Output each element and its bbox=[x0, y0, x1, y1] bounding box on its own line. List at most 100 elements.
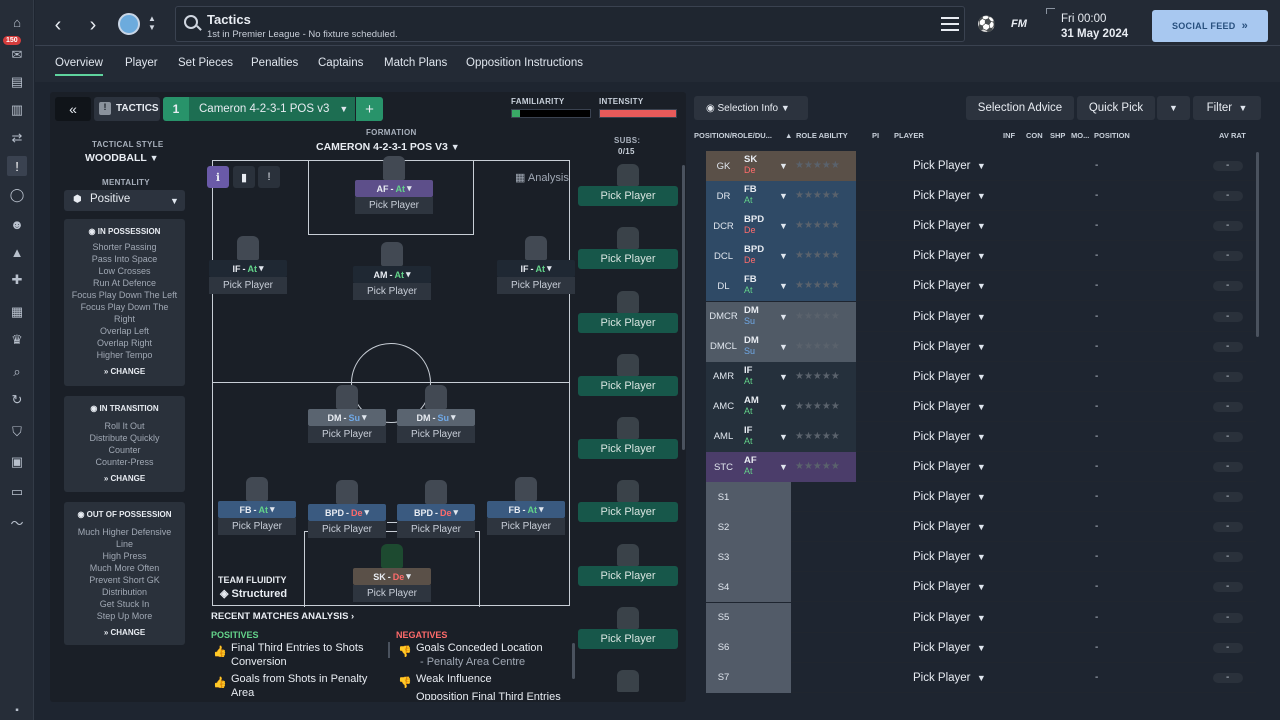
pick-player[interactable]: Pick Player bbox=[497, 277, 575, 294]
pick-player[interactable]: Pick Player bbox=[578, 502, 678, 522]
stats-toggle-icon[interactable]: ▮ bbox=[233, 166, 255, 188]
sub-slot[interactable] bbox=[578, 670, 678, 692]
role-cell[interactable]: BPD De ▼ bbox=[741, 241, 791, 272]
table-row[interactable]: DMCR DM Su ▼ ★★★★★ Pick Player ▼ - - bbox=[706, 301, 1256, 332]
in-transition-change-button[interactable]: » CHANGE bbox=[64, 474, 185, 483]
table-row[interactable]: DMCL DM Su ▼ ★★★★★ Pick Player ▼ - - bbox=[706, 331, 1256, 362]
pick-player[interactable]: Pick Player ▼ bbox=[913, 431, 986, 443]
pick-player[interactable]: Pick Player ▼ bbox=[913, 612, 986, 624]
table-row[interactable]: S5 Pick Player ▼ - - bbox=[706, 602, 1256, 633]
pick-player[interactable]: Pick Player bbox=[218, 518, 296, 535]
analysis-button[interactable]: ▦ Analysis bbox=[515, 171, 569, 184]
pick-player[interactable]: Pick Player bbox=[578, 186, 678, 206]
recent-matches-title[interactable]: RECENT MATCHES ANALYSIS › bbox=[211, 611, 354, 622]
menu-icon[interactable] bbox=[941, 17, 959, 31]
pick-player[interactable]: Pick Player ▼ bbox=[913, 190, 986, 202]
pick-player[interactable]: Pick Player ▼ bbox=[913, 491, 986, 503]
pick-player[interactable]: Pick Player bbox=[397, 521, 475, 538]
column-inf[interactable]: INF bbox=[1003, 131, 1015, 140]
selection-advice-button[interactable]: Selection Advice bbox=[966, 96, 1074, 120]
table-row[interactable]: AMR IF At ▼ ★★★★★ Pick Player ▼ - - bbox=[706, 361, 1256, 392]
pick-player[interactable]: Pick Player ▼ bbox=[913, 311, 986, 323]
table-row[interactable]: AMC AM At ▼ ★★★★★ Pick Player ▼ - - bbox=[706, 391, 1256, 422]
table-row[interactable]: GK SK De ▼ ★★★★★ Pick Player ▼ - - bbox=[706, 151, 1256, 181]
social-feed-button[interactable]: SOCIAL FEED » bbox=[1152, 10, 1268, 42]
in-transition-card[interactable]: ◉ IN TRANSITION Roll It Out Distribute Q… bbox=[64, 396, 185, 492]
role-cell[interactable]: AF At ▼ bbox=[741, 452, 791, 482]
pitch-position-dm-left[interactable]: DM - Su ▾ Pick Player bbox=[308, 385, 386, 443]
collapse-button[interactable]: « bbox=[55, 97, 91, 121]
column-av-rat[interactable]: AV RAT bbox=[1219, 131, 1246, 140]
pick-player[interactable]: Pick Player bbox=[353, 585, 431, 602]
ball-icon[interactable]: ⚽ bbox=[977, 15, 996, 33]
staff-icon[interactable]: ☻ bbox=[7, 214, 27, 234]
pick-player[interactable]: Pick Player ▼ bbox=[913, 581, 986, 593]
pitch-position-fb-right[interactable]: FB - At ▾ Pick Player bbox=[487, 477, 565, 535]
subs-scrollbar[interactable] bbox=[682, 165, 685, 450]
tab-match-plans[interactable]: Match Plans bbox=[384, 57, 447, 69]
role-cell[interactable]: IF At ▼ bbox=[741, 421, 791, 452]
role-cell[interactable]: FB At ▼ bbox=[741, 271, 791, 302]
role-cell[interactable]: SK De ▼ bbox=[741, 151, 791, 181]
pick-player[interactable]: Pick Player ▼ bbox=[913, 551, 986, 563]
table-scrollbar[interactable] bbox=[1256, 152, 1259, 337]
role-cell[interactable]: DM Su ▼ bbox=[741, 331, 791, 362]
pitch-position-am[interactable]: AM - At ▾ Pick Player bbox=[353, 242, 431, 300]
column-player[interactable]: PLAYER bbox=[894, 131, 924, 140]
role-cell[interactable]: DM Su ▼ bbox=[741, 301, 791, 332]
pitch-position-if-left[interactable]: IF - At ▾ Pick Player bbox=[209, 236, 287, 294]
search-icon[interactable] bbox=[184, 15, 198, 29]
pick-player[interactable]: Pick Player bbox=[578, 629, 678, 649]
pick-player[interactable]: Pick Player bbox=[355, 197, 433, 214]
club-crest-icon[interactable] bbox=[118, 13, 140, 35]
pitch-position-bpd-left[interactable]: BPD - De ▾ Pick Player bbox=[308, 480, 386, 538]
sub-slot[interactable]: Pick Player bbox=[578, 227, 678, 269]
pitch-position-sk[interactable]: SK - De ▾ Pick Player bbox=[353, 544, 431, 602]
tab-overview[interactable]: Overview bbox=[55, 57, 103, 76]
trophy-icon[interactable]: ♛ bbox=[7, 330, 27, 350]
pick-player[interactable]: Pick Player bbox=[353, 283, 431, 300]
inbox-icon[interactable]: ✉ bbox=[7, 45, 27, 65]
pick-player[interactable]: Pick Player bbox=[397, 426, 475, 443]
table-row[interactable]: DCL BPD De ▼ ★★★★★ Pick Player ▼ - - bbox=[706, 241, 1256, 272]
table-row[interactable]: STC AF At ▼ ★★★★★ Pick Player ▼ - - bbox=[706, 452, 1256, 482]
training-icon[interactable]: ▲ bbox=[7, 242, 27, 262]
pick-player[interactable]: Pick Player ▼ bbox=[913, 461, 986, 473]
table-row[interactable]: S4 Pick Player ▼ - - bbox=[706, 572, 1256, 603]
title-box[interactable]: Tactics 1st in Premier League - No fixtu… bbox=[175, 6, 965, 42]
column-position[interactable]: POSITION bbox=[1094, 131, 1130, 140]
tactic-slot[interactable]: 1 bbox=[163, 97, 189, 121]
pick-player[interactable]: Pick Player ▼ bbox=[913, 160, 986, 172]
selection-info-dropdown[interactable]: ◉ Selection Info ▼ bbox=[694, 96, 808, 120]
status-icon[interactable]: ▪ bbox=[7, 700, 27, 720]
recent-scrollbar[interactable] bbox=[572, 643, 575, 679]
tab-player[interactable]: Player bbox=[125, 57, 158, 69]
pick-player[interactable]: Pick Player ▼ bbox=[913, 642, 986, 654]
role-cell[interactable]: FB At ▼ bbox=[741, 181, 791, 212]
add-tactic-button[interactable]: + bbox=[356, 97, 383, 121]
role-cell[interactable]: BPD De ▼ bbox=[741, 211, 791, 242]
role-cell[interactable]: IF At ▼ bbox=[741, 361, 791, 392]
in-possession-change-button[interactable]: » CHANGE bbox=[64, 367, 185, 376]
column-role-ability[interactable]: ROLE ABILITY bbox=[796, 131, 848, 140]
back-button[interactable]: ‹ bbox=[43, 10, 73, 40]
pick-player[interactable]: Pick Player ▼ bbox=[913, 371, 986, 383]
column-shp[interactable]: SHP bbox=[1050, 131, 1065, 140]
mentality-dropdown[interactable]: Positive ▼ ⬢ bbox=[64, 190, 185, 211]
pitch-position-if-right[interactable]: IF - At ▾ Pick Player bbox=[497, 236, 575, 294]
medical-icon[interactable]: ✚ bbox=[7, 270, 27, 290]
current-date[interactable]: 31 May 2024 bbox=[1061, 28, 1128, 40]
transfers-icon[interactable]: ⇄ bbox=[7, 128, 27, 148]
pitch-position-fb-left[interactable]: FB - At ▾ Pick Player bbox=[218, 477, 296, 535]
tactics-icon[interactable]: ! bbox=[7, 156, 27, 176]
pitch-position-bpd-right[interactable]: BPD - De ▾ Pick Player bbox=[397, 480, 475, 538]
calendar-icon[interactable]: ▦ bbox=[7, 302, 27, 322]
refresh-icon[interactable]: ↻ bbox=[7, 390, 27, 410]
table-row[interactable]: S1 Pick Player ▼ - - bbox=[706, 482, 1256, 513]
sub-slot[interactable]: Pick Player bbox=[578, 164, 678, 206]
forward-button[interactable]: › bbox=[78, 10, 108, 40]
pitch-position-dm-right[interactable]: DM - Su ▾ Pick Player bbox=[397, 385, 475, 443]
tab-set-pieces[interactable]: Set Pieces bbox=[178, 57, 233, 69]
column-pi[interactable]: PI bbox=[872, 131, 879, 140]
table-row[interactable]: S6 Pick Player ▼ - - bbox=[706, 632, 1256, 663]
